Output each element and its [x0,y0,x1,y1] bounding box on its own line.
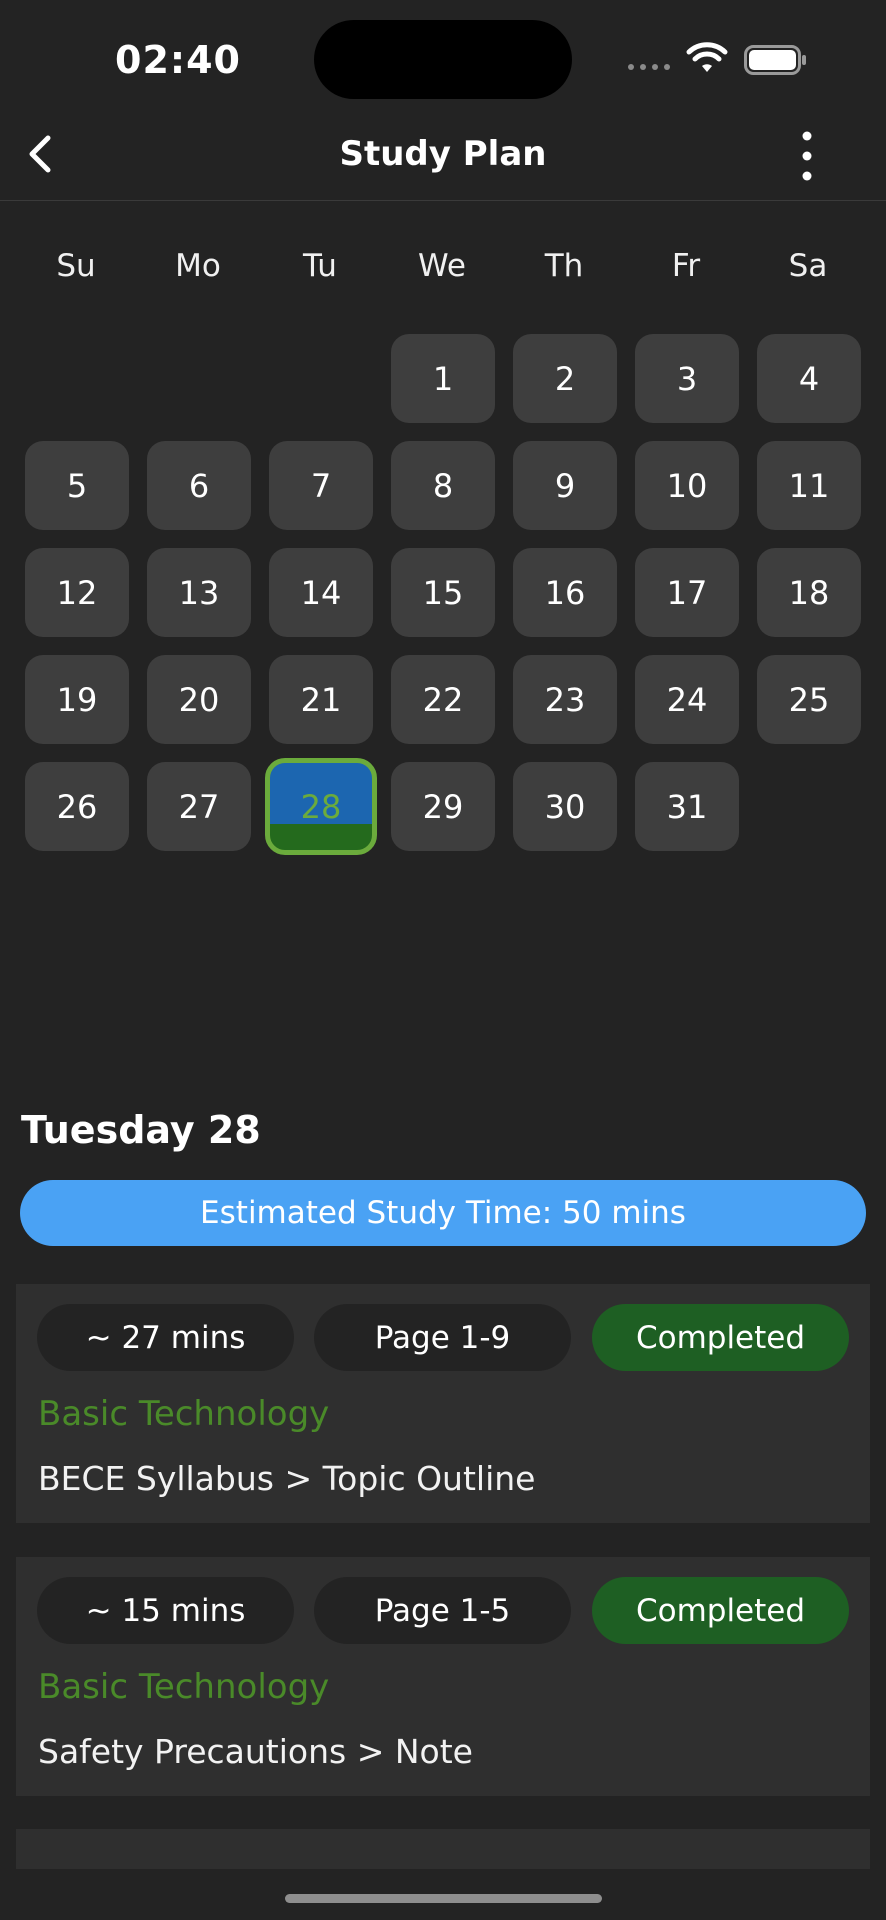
calendar-day[interactable]: 16 [513,548,617,637]
calendar-day[interactable]: 22 [391,655,495,744]
calendar-day[interactable]: 20 [147,655,251,744]
calendar-day[interactable]: 3 [635,334,739,423]
duration-pill: ~ 27 mins [37,1304,294,1371]
study-task-card[interactable]: ~ 15 mins Page 1-5 Completed Basic Techn… [16,1557,870,1796]
calendar-day[interactable]: 10 [635,441,739,530]
calendar-day-selected[interactable]: 28 [265,758,377,855]
calendar-day[interactable]: 1 [391,334,495,423]
task-path: Safety Precautions > Note [38,1732,473,1771]
calendar-day[interactable]: 23 [513,655,617,744]
calendar-day[interactable]: 13 [147,548,251,637]
calendar-day[interactable]: 5 [25,441,129,530]
study-task-card[interactable]: ~ 27 mins Page 1-9 Completed Basic Techn… [16,1284,870,1523]
estimated-study-time-banner: Estimated Study Time: 50 mins [20,1180,866,1246]
calendar-day[interactable]: 26 [25,762,129,851]
task-subject: Basic Technology [38,1394,330,1434]
calendar-day[interactable]: 2 [513,334,617,423]
calendar-day[interactable]: 25 [757,655,861,744]
calendar-day[interactable]: 31 [635,762,739,851]
cellular-signal-icon [628,64,670,70]
duration-pill: ~ 15 mins [37,1577,294,1644]
calendar-day[interactable]: 9 [513,441,617,530]
calendar-day[interactable]: 24 [635,655,739,744]
calendar-day[interactable]: 6 [147,441,251,530]
pages-pill: Page 1-5 [314,1577,571,1644]
calendar-day[interactable]: 17 [635,548,739,637]
calendar-day[interactable]: 18 [757,548,861,637]
calendar-day[interactable]: 4 [757,334,861,423]
weekday-label: We [418,248,466,284]
calendar-day[interactable]: 19 [25,655,129,744]
task-subject: Basic Technology [38,1667,330,1707]
calendar-day[interactable]: 8 [391,441,495,530]
weekday-label: Fr [671,248,701,284]
calendar-day[interactable]: 30 [513,762,617,851]
more-options-icon[interactable] [795,128,819,184]
status-bar: 02:40 [0,0,886,120]
weekday-label: Th [544,248,584,284]
calendar-day[interactable]: 29 [391,762,495,851]
study-task-card[interactable] [16,1829,870,1869]
weekday-label: Tu [303,248,337,284]
weekday-label: Mo [175,248,221,284]
battery-icon [744,45,806,75]
selected-date-heading: Tuesday 28 [21,1108,261,1152]
nav-bar: Study Plan [0,120,886,201]
home-indicator [285,1894,602,1903]
calendar-day[interactable]: 21 [269,655,373,744]
calendar-day[interactable]: 12 [25,548,129,637]
calendar-day[interactable]: 27 [147,762,251,851]
calendar-day[interactable]: 11 [757,441,861,530]
status-badge: Completed [592,1577,849,1644]
page-title: Study Plan [339,134,547,174]
status-badge: Completed [592,1304,849,1371]
weekday-label: Sa [788,248,828,284]
calendar-day[interactable]: 15 [391,548,495,637]
wifi-icon [686,42,728,72]
pages-pill: Page 1-9 [314,1304,571,1371]
weekday-label: Su [56,248,96,284]
dynamic-island [314,20,572,99]
calendar-day[interactable]: 7 [269,441,373,530]
status-time: 02:40 [115,38,241,82]
task-path: BECE Syllabus > Topic Outline [38,1459,536,1498]
calendar-day[interactable]: 14 [269,548,373,637]
weekday-header: Su Mo Tu We Th Fr Sa [15,248,875,284]
